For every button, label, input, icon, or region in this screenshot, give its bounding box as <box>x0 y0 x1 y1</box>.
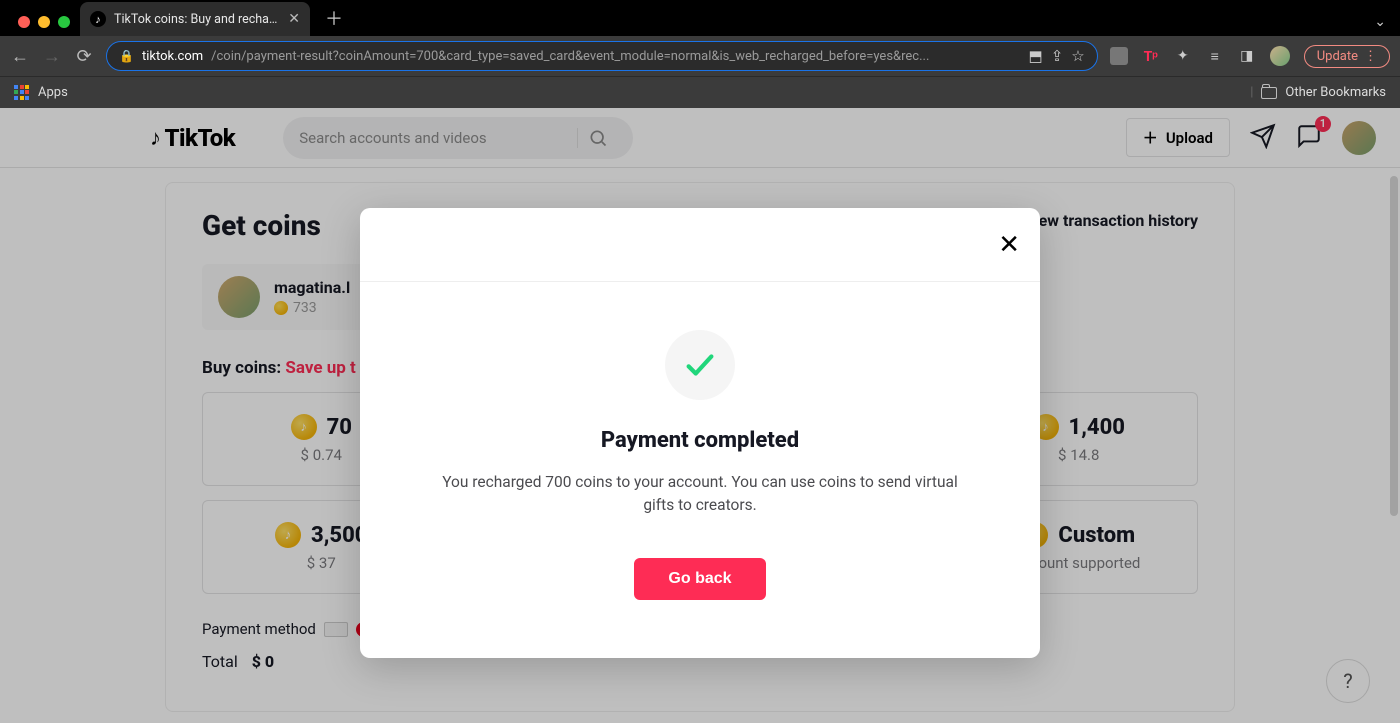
window-controls <box>8 16 80 36</box>
install-app-icon[interactable]: ⬒ <box>1029 47 1043 65</box>
window-close-button[interactable] <box>18 16 30 28</box>
tab-close-button[interactable]: ✕ <box>288 11 300 27</box>
forward-button[interactable]: → <box>42 46 62 67</box>
extensions-puzzle-icon[interactable]: ✦ <box>1174 47 1192 65</box>
browser-tab[interactable]: ♪ TikTok coins: Buy and recharge ✕ <box>80 2 310 36</box>
update-label: Update <box>1317 49 1358 64</box>
window-maximize-button[interactable] <box>58 16 70 28</box>
bookmark-star-icon[interactable]: ☆ <box>1071 47 1084 65</box>
side-panel-icon[interactable]: ◨ <box>1238 47 1256 65</box>
url-path: /coin/payment-result?coinAmount=700&card… <box>211 49 1020 64</box>
tab-bar: ♪ TikTok coins: Buy and recharge ✕ ＋ ⌄ <box>0 0 1400 36</box>
go-back-button[interactable]: Go back <box>634 558 765 600</box>
folder-icon <box>1261 87 1277 99</box>
new-tab-button[interactable]: ＋ <box>320 4 348 32</box>
reload-button[interactable]: ⟳ <box>74 46 94 67</box>
page: ♪ TikTok Search accounts and videos ＋ Up… <box>0 108 1400 723</box>
address-bar-row: ← → ⟳ 🔒 tiktok.com/coin/payment-result?c… <box>0 36 1400 76</box>
profile-avatar[interactable] <box>1270 46 1290 66</box>
reading-list-icon[interactable]: ≡ <box>1206 47 1224 65</box>
extension-icon[interactable]: Tᵖ <box>1142 47 1160 65</box>
lock-icon: 🔒 <box>119 49 134 63</box>
address-bar[interactable]: 🔒 tiktok.com/coin/payment-result?coinAmo… <box>106 41 1098 71</box>
apps-icon[interactable] <box>14 85 30 101</box>
kebab-menu-icon: ⋮ <box>1364 49 1377 64</box>
success-check-icon <box>665 330 735 400</box>
modal-close-button[interactable]: ✕ <box>998 230 1020 260</box>
share-icon[interactable]: ⇪ <box>1051 47 1064 65</box>
tabs-overflow-button[interactable]: ⌄ <box>1374 14 1400 36</box>
payment-completed-modal: ✕ Payment completed You recharged 700 co… <box>360 208 1040 658</box>
extensions-area: Tᵖ ✦ ≡ ◨ Update ⋮ <box>1110 45 1390 68</box>
url-domain: tiktok.com <box>142 49 203 64</box>
browser-chrome: ♪ TikTok coins: Buy and recharge ✕ ＋ ⌄ ←… <box>0 0 1400 108</box>
window-minimize-button[interactable] <box>38 16 50 28</box>
apps-label[interactable]: Apps <box>38 85 68 100</box>
back-button[interactable]: ← <box>10 46 30 67</box>
tab-title: TikTok coins: Buy and recharge <box>114 12 280 27</box>
bookmarks-bar: Apps | Other Bookmarks <box>0 76 1400 108</box>
other-bookmarks-button[interactable]: Other Bookmarks <box>1285 85 1386 100</box>
modal-body-text: You recharged 700 coins to your account.… <box>440 471 960 518</box>
modal-title: Payment completed <box>420 428 980 453</box>
extension-icon[interactable] <box>1110 47 1128 65</box>
modal-overlay[interactable]: ✕ Payment completed You recharged 700 co… <box>0 108 1400 723</box>
browser-update-button[interactable]: Update ⋮ <box>1304 45 1390 68</box>
tab-favicon: ♪ <box>90 11 106 27</box>
